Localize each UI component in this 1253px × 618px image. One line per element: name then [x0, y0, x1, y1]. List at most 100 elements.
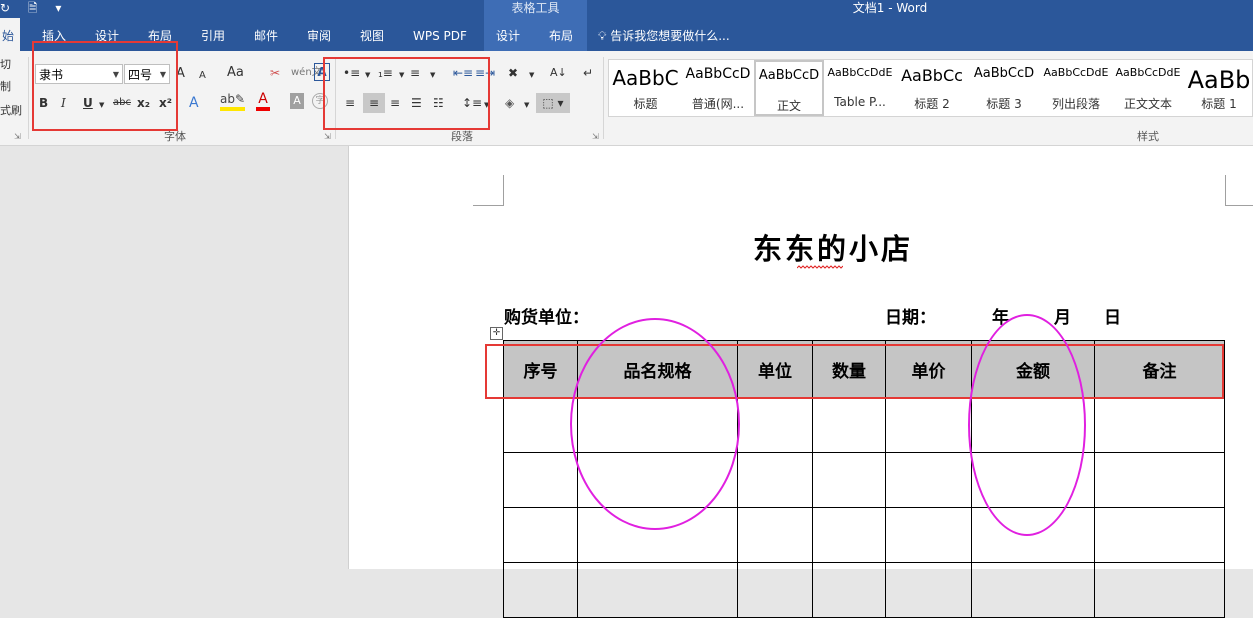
- chinese-layout-icon[interactable]: ✖: [508, 63, 518, 83]
- justify-icon[interactable]: ☰: [411, 93, 422, 113]
- tab-references[interactable]: 引用: [195, 18, 231, 51]
- table-cell[interactable]: [737, 397, 813, 453]
- table-move-handle-icon[interactable]: ✛: [490, 327, 503, 340]
- table-cell[interactable]: [885, 507, 972, 563]
- undo-icon[interactable]: ↻: [0, 1, 10, 15]
- chevron-down-icon[interactable]: ▼: [99, 95, 104, 115]
- table-cell[interactable]: [812, 507, 886, 563]
- table-cell[interactable]: [1094, 562, 1225, 618]
- table-cell[interactable]: [812, 397, 886, 453]
- style-item[interactable]: AaBbCcD 正文: [754, 60, 824, 116]
- table-cell[interactable]: [885, 397, 972, 453]
- clear-format-icon[interactable]: ✂: [270, 63, 280, 83]
- tab-table-design[interactable]: 设计: [490, 18, 526, 51]
- borders-icon[interactable]: ⬚ ▾: [536, 93, 570, 113]
- chevron-down-icon[interactable]: ▼: [430, 65, 435, 85]
- align-right-icon[interactable]: ≡: [390, 93, 400, 113]
- style-item[interactable]: AaBb 标题 1: [1184, 60, 1253, 116]
- tab-layout[interactable]: 布局: [142, 18, 178, 51]
- table-cell[interactable]: [737, 507, 813, 563]
- header-cell-name-spec[interactable]: 品名规格: [577, 340, 738, 398]
- tab-view[interactable]: 视图: [354, 18, 390, 51]
- paragraph-launcher-icon[interactable]: ⇲: [592, 127, 599, 147]
- change-case-button[interactable]: Aa: [227, 63, 244, 83]
- table-cell[interactable]: [971, 562, 1095, 618]
- table-cell[interactable]: [1094, 507, 1225, 563]
- table-row[interactable]: [503, 507, 1225, 563]
- table-cell[interactable]: [577, 397, 738, 453]
- chevron-down-icon[interactable]: ▼: [524, 95, 529, 115]
- distributed-icon[interactable]: ☷: [433, 93, 444, 113]
- table-header-row[interactable]: 序号 品名规格 单位 数量 单价 金额 备注: [503, 340, 1225, 398]
- style-item[interactable]: AaBbCcD 普通(网...: [682, 60, 754, 116]
- tab-table-layout[interactable]: 布局: [543, 18, 579, 51]
- table-cell[interactable]: [812, 562, 886, 618]
- bullets-icon[interactable]: •≡: [343, 63, 360, 83]
- header-cell-unit[interactable]: 单位: [737, 340, 813, 398]
- tab-design[interactable]: 设计: [89, 18, 125, 51]
- strikethrough-button[interactable]: abc: [113, 93, 131, 113]
- tab-mailings[interactable]: 邮件: [248, 18, 284, 51]
- style-item[interactable]: AaBbCcDdE 正文文本: [1112, 60, 1184, 116]
- align-center-icon[interactable]: ≡: [363, 93, 385, 113]
- chevron-down-icon[interactable]: ▼: [399, 65, 404, 85]
- style-item[interactable]: AaBbCcDdE 列出段落: [1040, 60, 1112, 116]
- italic-button[interactable]: I: [61, 93, 66, 113]
- save-icon[interactable]: 🗎: [28, 1, 38, 15]
- purchase-table[interactable]: 序号 品名规格 单位 数量 单价 金额 备注: [503, 340, 1225, 618]
- customize-icon[interactable]: ▾: [55, 1, 61, 15]
- date-label[interactable]: 日期：: [885, 303, 936, 328]
- header-cell-quantity[interactable]: 数量: [812, 340, 886, 398]
- table-cell[interactable]: [503, 507, 578, 563]
- font-size-combo[interactable]: 四号 ▼: [124, 64, 170, 84]
- subscript-button[interactable]: x₂: [137, 93, 150, 113]
- chevron-down-icon[interactable]: ▼: [484, 95, 489, 115]
- tab-home[interactable]: 始: [0, 18, 20, 51]
- underline-button[interactable]: U: [83, 93, 93, 113]
- decrease-indent-icon[interactable]: ⇤≡: [453, 63, 473, 83]
- table-cell[interactable]: [503, 562, 578, 618]
- table-cell[interactable]: [737, 452, 813, 508]
- copy-button[interactable]: 制: [0, 77, 11, 97]
- cut-button[interactable]: 切: [0, 55, 11, 75]
- shrink-font-button[interactable]: A: [199, 66, 206, 86]
- style-item[interactable]: AaBbCcDdE Table P...: [824, 60, 896, 116]
- tab-insert[interactable]: 插入: [36, 18, 72, 51]
- table-cell[interactable]: [577, 507, 738, 563]
- chevron-down-icon[interactable]: ▼: [365, 65, 370, 85]
- font-launcher-icon[interactable]: ⇲: [324, 127, 331, 147]
- table-cell[interactable]: [1094, 452, 1225, 508]
- character-border-button[interactable]: A: [314, 63, 330, 81]
- tab-wps-pdf[interactable]: WPS PDF: [407, 18, 473, 51]
- sort-icon[interactable]: A↓: [550, 63, 567, 83]
- table-row[interactable]: [503, 397, 1225, 453]
- table-cell[interactable]: [885, 562, 972, 618]
- font-name-combo[interactable]: 隶书 ▼: [35, 64, 123, 84]
- format-painter-button[interactable]: 式刷: [0, 101, 22, 121]
- shading-icon[interactable]: ◈: [505, 93, 514, 113]
- superscript-button[interactable]: x²: [159, 93, 172, 113]
- chevron-down-icon[interactable]: ▼: [529, 65, 534, 85]
- day-label[interactable]: 日: [1104, 303, 1121, 328]
- table-cell[interactable]: [885, 452, 972, 508]
- header-cell-unit-price[interactable]: 单价: [885, 340, 972, 398]
- table-row[interactable]: [503, 452, 1225, 508]
- align-left-icon[interactable]: ≡: [345, 93, 355, 113]
- table-cell[interactable]: [971, 397, 1095, 453]
- line-spacing-icon[interactable]: ↕≡: [462, 93, 482, 113]
- month-label[interactable]: 月: [1054, 303, 1071, 328]
- document-title[interactable]: 东东的小店: [753, 226, 913, 268]
- table-cell[interactable]: [737, 562, 813, 618]
- highlight-icon[interactable]: ab✎: [220, 91, 246, 111]
- grow-font-button[interactable]: A: [176, 64, 185, 84]
- table-cell[interactable]: [971, 507, 1095, 563]
- clipboard-launcher-icon[interactable]: ⇲: [14, 127, 21, 147]
- font-color-icon[interactable]: A: [256, 91, 270, 111]
- table-cell[interactable]: [971, 452, 1095, 508]
- table-cell[interactable]: [1094, 397, 1225, 453]
- table-row[interactable]: [503, 562, 1225, 618]
- header-cell-index[interactable]: 序号: [503, 340, 578, 398]
- increase-indent-icon[interactable]: ≡⇥: [475, 63, 495, 83]
- table-cell[interactable]: [503, 452, 578, 508]
- table-cell[interactable]: [812, 452, 886, 508]
